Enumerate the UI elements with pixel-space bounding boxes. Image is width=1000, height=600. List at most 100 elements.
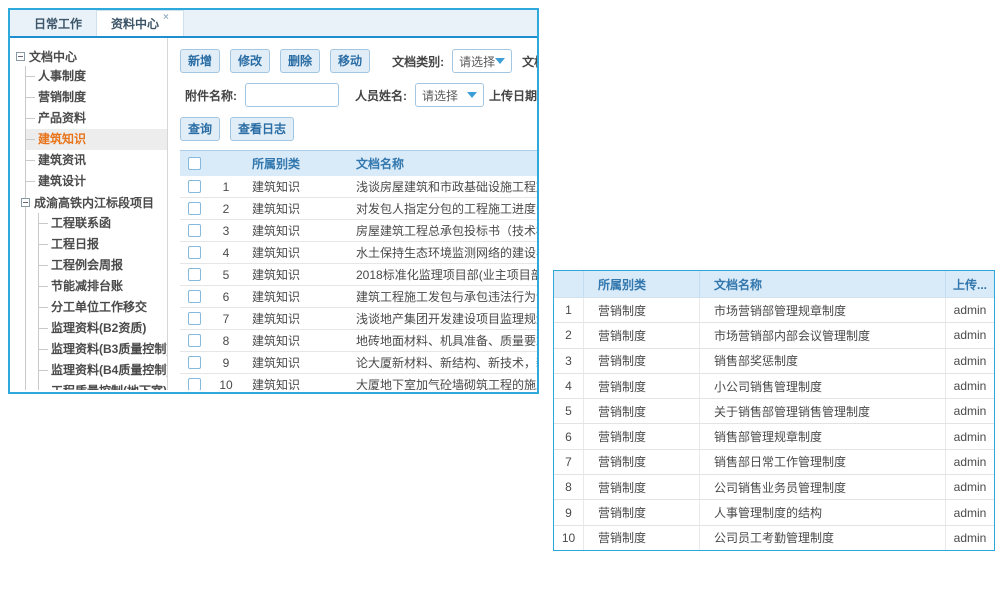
row-uploader: admin <box>946 450 994 474</box>
documents-window: 日常工作 资料中心 × 文档中心 人事制度营销制度产品资料建筑知识建筑资讯建筑设… <box>8 8 539 394</box>
table-row[interactable]: 6 建筑知识 建筑工程施工发包与承包违法行为认定... <box>180 286 537 308</box>
doc-category-value: 请选择 <box>459 53 495 70</box>
document-list-area: 新增 修改 删除 移动 文档类别: 请选择 文档 附件名称: 人员姓名: <box>168 38 537 390</box>
table-row[interactable]: 2 建筑知识 对发包人指定分包的工程施工进度安排... <box>180 198 537 220</box>
query-button[interactable]: 查询 <box>180 117 220 141</box>
row-checkbox[interactable] <box>188 180 201 193</box>
category-column-header: 所属别类 <box>584 271 700 297</box>
row-name: 论大厦新材料、新结构、新技术，新工... <box>348 354 537 371</box>
row-name: 小公司销售管理制度 <box>700 374 946 398</box>
tree-item[interactable]: 监理资料(B4质量控制) <box>39 360 167 381</box>
row-name: 市场营销部管理规章制度 <box>700 298 946 322</box>
row-number: 10 <box>208 378 244 391</box>
tree-node-project[interactable]: 成渝高铁内江标段项目 <box>21 192 167 213</box>
row-number: 1 <box>554 298 584 322</box>
tree-item[interactable]: 监理资料(B3质量控制) <box>39 339 167 360</box>
table-row[interactable]: 10 营销制度 公司员工考勤管理制度 admin <box>554 526 994 551</box>
table-row[interactable]: 3 营销制度 销售部奖惩制度 admin <box>554 349 994 374</box>
collapse-icon[interactable] <box>21 198 30 207</box>
row-checkbox[interactable] <box>188 268 201 281</box>
table-row[interactable]: 5 营销制度 关于销售部管理销售管理制度 admin <box>554 399 994 424</box>
name-column-header: 文档名称 <box>348 155 537 172</box>
uploader-column-header: 上传... <box>946 271 994 297</box>
row-number-header <box>554 271 584 297</box>
row-checkbox[interactable] <box>188 334 201 347</box>
table-row[interactable]: 9 营销制度 人事管理制度的结构 admin <box>554 500 994 525</box>
row-category: 营销制度 <box>584 500 700 524</box>
row-number: 8 <box>554 475 584 499</box>
row-checkbox[interactable] <box>188 312 201 325</box>
row-name: 销售部管理规章制度 <box>700 424 946 448</box>
tree-item[interactable]: 产品资料 <box>26 108 167 129</box>
row-checkbox[interactable] <box>188 224 201 237</box>
table-row[interactable]: 2 营销制度 市场营销部内部会议管理制度 admin <box>554 323 994 348</box>
row-checkbox[interactable] <box>188 202 201 215</box>
view-log-button[interactable]: 查看日志 <box>230 117 294 141</box>
clipped-label: 文档 <box>522 53 537 70</box>
tree-item[interactable]: 分工单位工作移交 <box>39 297 167 318</box>
table-row[interactable]: 10 建筑知识 大厦地下室加气砼墙砌筑工程的施工方... <box>180 374 537 390</box>
tree-root[interactable]: 文档中心 <box>16 46 167 66</box>
tree-item[interactable]: 营销制度 <box>26 87 167 108</box>
row-number: 5 <box>554 399 584 423</box>
row-number: 8 <box>208 334 244 348</box>
tree-item[interactable]: 监理资料(B2资质) <box>39 318 167 339</box>
tree-item[interactable]: 工程例会周报 <box>39 255 167 276</box>
tree-item[interactable]: 建筑知识 <box>26 129 167 150</box>
tab-bar: 日常工作 资料中心 × <box>10 10 537 38</box>
table-row[interactable]: 4 建筑知识 水土保持生态环境监测网络的建设与资... <box>180 242 537 264</box>
attachment-name-label: 附件名称: <box>185 87 237 104</box>
tree-item[interactable]: 工程日报 <box>39 234 167 255</box>
row-name: 浅谈房屋建筑和市政基础设施工程施工... <box>348 178 537 195</box>
row-number: 3 <box>554 349 584 373</box>
select-all-checkbox[interactable] <box>188 157 201 170</box>
delete-button[interactable]: 删除 <box>280 49 320 73</box>
table-row[interactable]: 9 建筑知识 论大厦新材料、新结构、新技术，新工... <box>180 352 537 374</box>
row-checkbox[interactable] <box>188 356 201 369</box>
row-checkbox[interactable] <box>188 246 201 259</box>
row-checkbox[interactable] <box>188 290 201 303</box>
tree-item[interactable]: 建筑资讯 <box>26 150 167 171</box>
attachment-name-input[interactable] <box>245 83 339 107</box>
tree-item[interactable]: 人事制度 <box>26 66 167 87</box>
row-name: 大厦地下室加气砼墙砌筑工程的施工方... <box>348 376 537 390</box>
table-row[interactable]: 7 营销制度 销售部日常工作管理制度 admin <box>554 450 994 475</box>
doc-category-select[interactable]: 请选择 <box>452 49 512 73</box>
collapse-icon[interactable] <box>16 52 25 61</box>
edit-button[interactable]: 修改 <box>230 49 270 73</box>
row-name: 公司员工考勤管理制度 <box>700 526 946 550</box>
marketing-table-header: 所属别类 文档名称 上传... <box>554 271 994 298</box>
table-row[interactable]: 5 建筑知识 2018标准化监理项目部(业主项目部)人员... <box>180 264 537 286</box>
tab-daily-work[interactable]: 日常工作 <box>20 10 96 36</box>
row-checkbox[interactable] <box>188 378 201 390</box>
table-row[interactable]: 1 建筑知识 浅谈房屋建筑和市政基础设施工程施工... <box>180 176 537 198</box>
chevron-down-icon <box>467 92 477 98</box>
add-button[interactable]: 新增 <box>180 49 220 73</box>
tree-item[interactable]: 工程联系函 <box>39 213 167 234</box>
row-uploader: admin <box>946 475 994 499</box>
table-row[interactable]: 3 建筑知识 房屋建筑工程总承包投标书（技术标）... <box>180 220 537 242</box>
table-row[interactable]: 1 营销制度 市场营销部管理规章制度 admin <box>554 298 994 323</box>
table-row[interactable]: 7 建筑知识 浅谈地产集团开发建设项目监理规划编... <box>180 308 537 330</box>
table-row[interactable]: 6 营销制度 销售部管理规章制度 admin <box>554 424 994 449</box>
person-name-select[interactable]: 请选择 <box>415 83 484 107</box>
row-uploader: admin <box>946 526 994 550</box>
tree-item[interactable]: 节能减排台账 <box>39 276 167 297</box>
name-column-header: 文档名称 <box>700 271 946 297</box>
tab-close-icon[interactable]: × <box>163 12 169 23</box>
table-row[interactable]: 8 建筑知识 地砖地面材料、机具准备、质量要求及... <box>180 330 537 352</box>
row-number: 2 <box>554 323 584 347</box>
tab-data-center-label: 资料中心 <box>111 15 159 32</box>
row-category: 营销制度 <box>584 374 700 398</box>
row-category: 建筑知识 <box>244 288 348 305</box>
table-row[interactable]: 8 营销制度 公司销售业务员管理制度 admin <box>554 475 994 500</box>
tab-data-center[interactable]: 资料中心 × <box>96 10 184 36</box>
row-number: 5 <box>208 268 244 282</box>
upload-date-label: 上传日期 <box>489 87 537 104</box>
row-name: 房屋建筑工程总承包投标书（技术标）... <box>348 222 537 239</box>
table-row[interactable]: 4 营销制度 小公司销售管理制度 admin <box>554 374 994 399</box>
tree-item[interactable]: 工程质量控制(地下室) <box>39 381 167 390</box>
tree-item[interactable]: 建筑设计 <box>26 171 167 192</box>
row-name: 水土保持生态环境监测网络的建设与资... <box>348 244 537 261</box>
move-button[interactable]: 移动 <box>330 49 370 73</box>
